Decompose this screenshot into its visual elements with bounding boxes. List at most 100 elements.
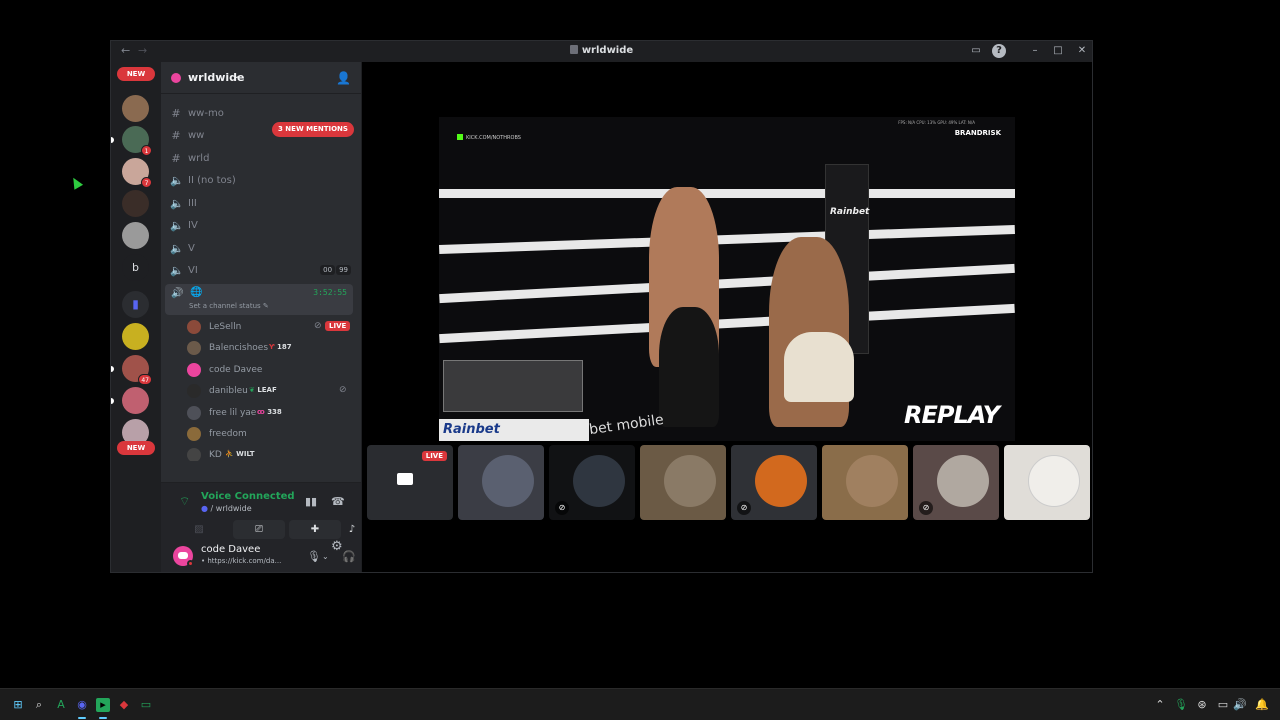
minimize-button[interactable]: – bbox=[1028, 44, 1042, 58]
voice-user-free-lil-yae[interactable]: free lil yae ꚙ 338 bbox=[187, 403, 357, 423]
new-mentions-pill[interactable]: 3 NEW MENTIONS bbox=[272, 122, 354, 137]
voice-channel-iv[interactable]: 🔈 IV bbox=[167, 216, 355, 236]
brave-browser-icon[interactable]: ◆ bbox=[117, 698, 131, 712]
participant-tile[interactable] bbox=[458, 445, 544, 520]
channel-label: ww-mo bbox=[188, 108, 224, 119]
voice-user-danibleu[interactable]: danibleu ❦ LEAF ⊘ bbox=[187, 381, 357, 401]
muted-icon: ⊘ bbox=[555, 501, 569, 515]
start-menu-icon[interactable]: ⊞ bbox=[11, 698, 25, 712]
notification-bell-icon[interactable]: 🔔 bbox=[1255, 698, 1269, 712]
channel-wrld[interactable]: # wrld bbox=[167, 149, 355, 169]
connection-signal-icon[interactable]: ⌔ bbox=[179, 494, 190, 509]
avatar bbox=[187, 363, 201, 377]
participant-tile[interactable]: ⊘ bbox=[913, 445, 999, 520]
fighter-trunks bbox=[784, 332, 854, 402]
server-icon[interactable]: 7 bbox=[122, 158, 152, 188]
server-icon[interactable] bbox=[122, 323, 149, 350]
chevron-down-icon[interactable]: ⌄ bbox=[322, 552, 329, 561]
new-unread-pill[interactable]: NEW bbox=[117, 67, 155, 81]
invite-people-icon[interactable]: 👤 bbox=[336, 71, 351, 85]
voice-user-balencishoes[interactable]: Balencishoes Ƴ 187 bbox=[187, 338, 357, 358]
avatar bbox=[187, 341, 201, 355]
channel-label: VI bbox=[188, 265, 198, 276]
terminal-icon[interactable]: ▭ bbox=[139, 698, 153, 712]
live-badge: LIVE bbox=[325, 321, 351, 331]
ring-rope bbox=[439, 189, 1015, 198]
avatar bbox=[187, 406, 201, 420]
activities-button[interactable]: ✚ bbox=[289, 520, 341, 539]
voice-channel-ii[interactable]: 🔈 II (no tos) bbox=[167, 171, 355, 191]
maximize-button[interactable]: □ bbox=[1051, 44, 1065, 58]
title-bar: ← → wrldwide ▭ ? – □ ✕ bbox=[111, 41, 1092, 62]
server-icon[interactable] bbox=[122, 222, 149, 249]
avatar bbox=[187, 320, 201, 334]
clan-tag: ❦ LEAF bbox=[249, 386, 277, 394]
server-icon[interactable] bbox=[122, 387, 149, 414]
channel-ww-mo[interactable]: # ww-mo bbox=[167, 104, 355, 124]
microphone-icon[interactable]: 🎙 bbox=[307, 550, 321, 563]
voice-user-code-davee[interactable]: code Davee bbox=[187, 360, 357, 380]
user-display-name[interactable]: code Davee bbox=[201, 544, 260, 555]
display-icon[interactable]: ▭ bbox=[1216, 698, 1230, 712]
discord-taskbar-icon[interactable]: ◉ bbox=[75, 698, 89, 712]
server-folder[interactable]: b bbox=[122, 254, 149, 281]
guild-icon bbox=[171, 73, 181, 83]
folder-icon[interactable]: ▮ bbox=[122, 291, 149, 318]
microphone-icon[interactable]: 🎙 bbox=[1174, 698, 1188, 712]
voice-user-kd[interactable]: KD ⛹ WILT bbox=[187, 445, 357, 461]
stream-tile[interactable]: LIVE bbox=[367, 445, 453, 520]
app-icon[interactable]: ▸ bbox=[96, 698, 110, 712]
participant-tile[interactable]: ⊘ bbox=[549, 445, 635, 520]
chevron-up-icon[interactable]: ⌃ bbox=[1153, 698, 1167, 712]
voice-connected-label[interactable]: Voice Connected bbox=[201, 491, 295, 502]
voice-channel-vi[interactable]: 🔈 VI 00 99 bbox=[167, 261, 355, 281]
participant-tile[interactable] bbox=[822, 445, 908, 520]
disconnect-icon[interactable]: ☎ bbox=[331, 495, 345, 508]
guild-header[interactable]: wrldwide ⌄ 👤 bbox=[161, 62, 361, 94]
picture-in-picture bbox=[443, 360, 583, 412]
voice-user-leselln[interactable]: LeSelln ⊘ LIVE bbox=[187, 317, 357, 337]
search-icon[interactable]: ⌕ bbox=[32, 698, 46, 712]
speaker-icon: 🔈 bbox=[170, 197, 184, 210]
settings-gear-icon[interactable]: ⚙ bbox=[331, 539, 343, 554]
participant-tile[interactable]: ⊘ bbox=[731, 445, 817, 520]
voice-channel-v[interactable]: 🔈 V bbox=[167, 239, 355, 259]
participant-tile[interactable] bbox=[1004, 445, 1090, 520]
clan-tag-text: WILT bbox=[236, 450, 255, 458]
unread-indicator bbox=[111, 366, 114, 372]
voice-user-name: danibleu bbox=[209, 386, 248, 396]
voice-channel-iii[interactable]: 🔈 III bbox=[167, 194, 355, 214]
help-icon[interactable]: ? bbox=[992, 44, 1006, 58]
volume-icon[interactable]: 🔊 bbox=[1233, 698, 1247, 712]
unread-indicator bbox=[111, 398, 114, 404]
fighter-shorts bbox=[659, 307, 719, 427]
camera-off-button[interactable]: ▨ bbox=[173, 520, 225, 539]
deafened-icon: ⊘ bbox=[314, 321, 322, 331]
participant-tile[interactable] bbox=[640, 445, 726, 520]
stream-video[interactable]: Rainbet KICK.COM/NOTHROBS FPS: N/A CPU: … bbox=[439, 117, 1015, 441]
soundboard-button[interactable]: ♪ bbox=[345, 520, 359, 539]
avatar bbox=[187, 427, 201, 441]
voice-user-name: free lil yae bbox=[209, 408, 257, 418]
active-voice-channel[interactable]: 🔊 🌐 3:52:55 Set a channel status ✎ bbox=[165, 284, 353, 315]
server-icon[interactable]: 47 bbox=[122, 355, 152, 385]
voice-user-freedom[interactable]: freedom bbox=[187, 424, 357, 444]
participant-avatar bbox=[1028, 455, 1080, 507]
headphones-icon[interactable]: 🎧 bbox=[342, 550, 356, 563]
speaker-icon: 🔊 bbox=[171, 288, 184, 299]
inbox-icon[interactable]: ▭ bbox=[969, 44, 983, 58]
channel-status-prompt[interactable]: Set a channel status ✎ bbox=[189, 302, 269, 310]
voice-channel-subtitle[interactable]: ● / wrldwide bbox=[201, 504, 252, 513]
new-unread-pill[interactable]: NEW bbox=[117, 441, 155, 455]
noise-suppression-icon[interactable]: ▮▮ bbox=[305, 495, 317, 508]
share-screen-button[interactable]: ⎚ bbox=[233, 520, 285, 539]
tray-icon[interactable]: ⊛ bbox=[1195, 698, 1209, 712]
server-icon[interactable] bbox=[122, 190, 149, 217]
server-icon[interactable]: 1 bbox=[122, 126, 152, 156]
speaker-icon: 🔈 bbox=[170, 219, 184, 232]
close-button[interactable]: ✕ bbox=[1075, 44, 1089, 58]
server-icon[interactable] bbox=[122, 95, 149, 122]
speaker-icon: 🔈 bbox=[170, 174, 184, 187]
app-icon[interactable]: A bbox=[54, 698, 68, 712]
speaker-icon: 🔈 bbox=[170, 242, 184, 255]
